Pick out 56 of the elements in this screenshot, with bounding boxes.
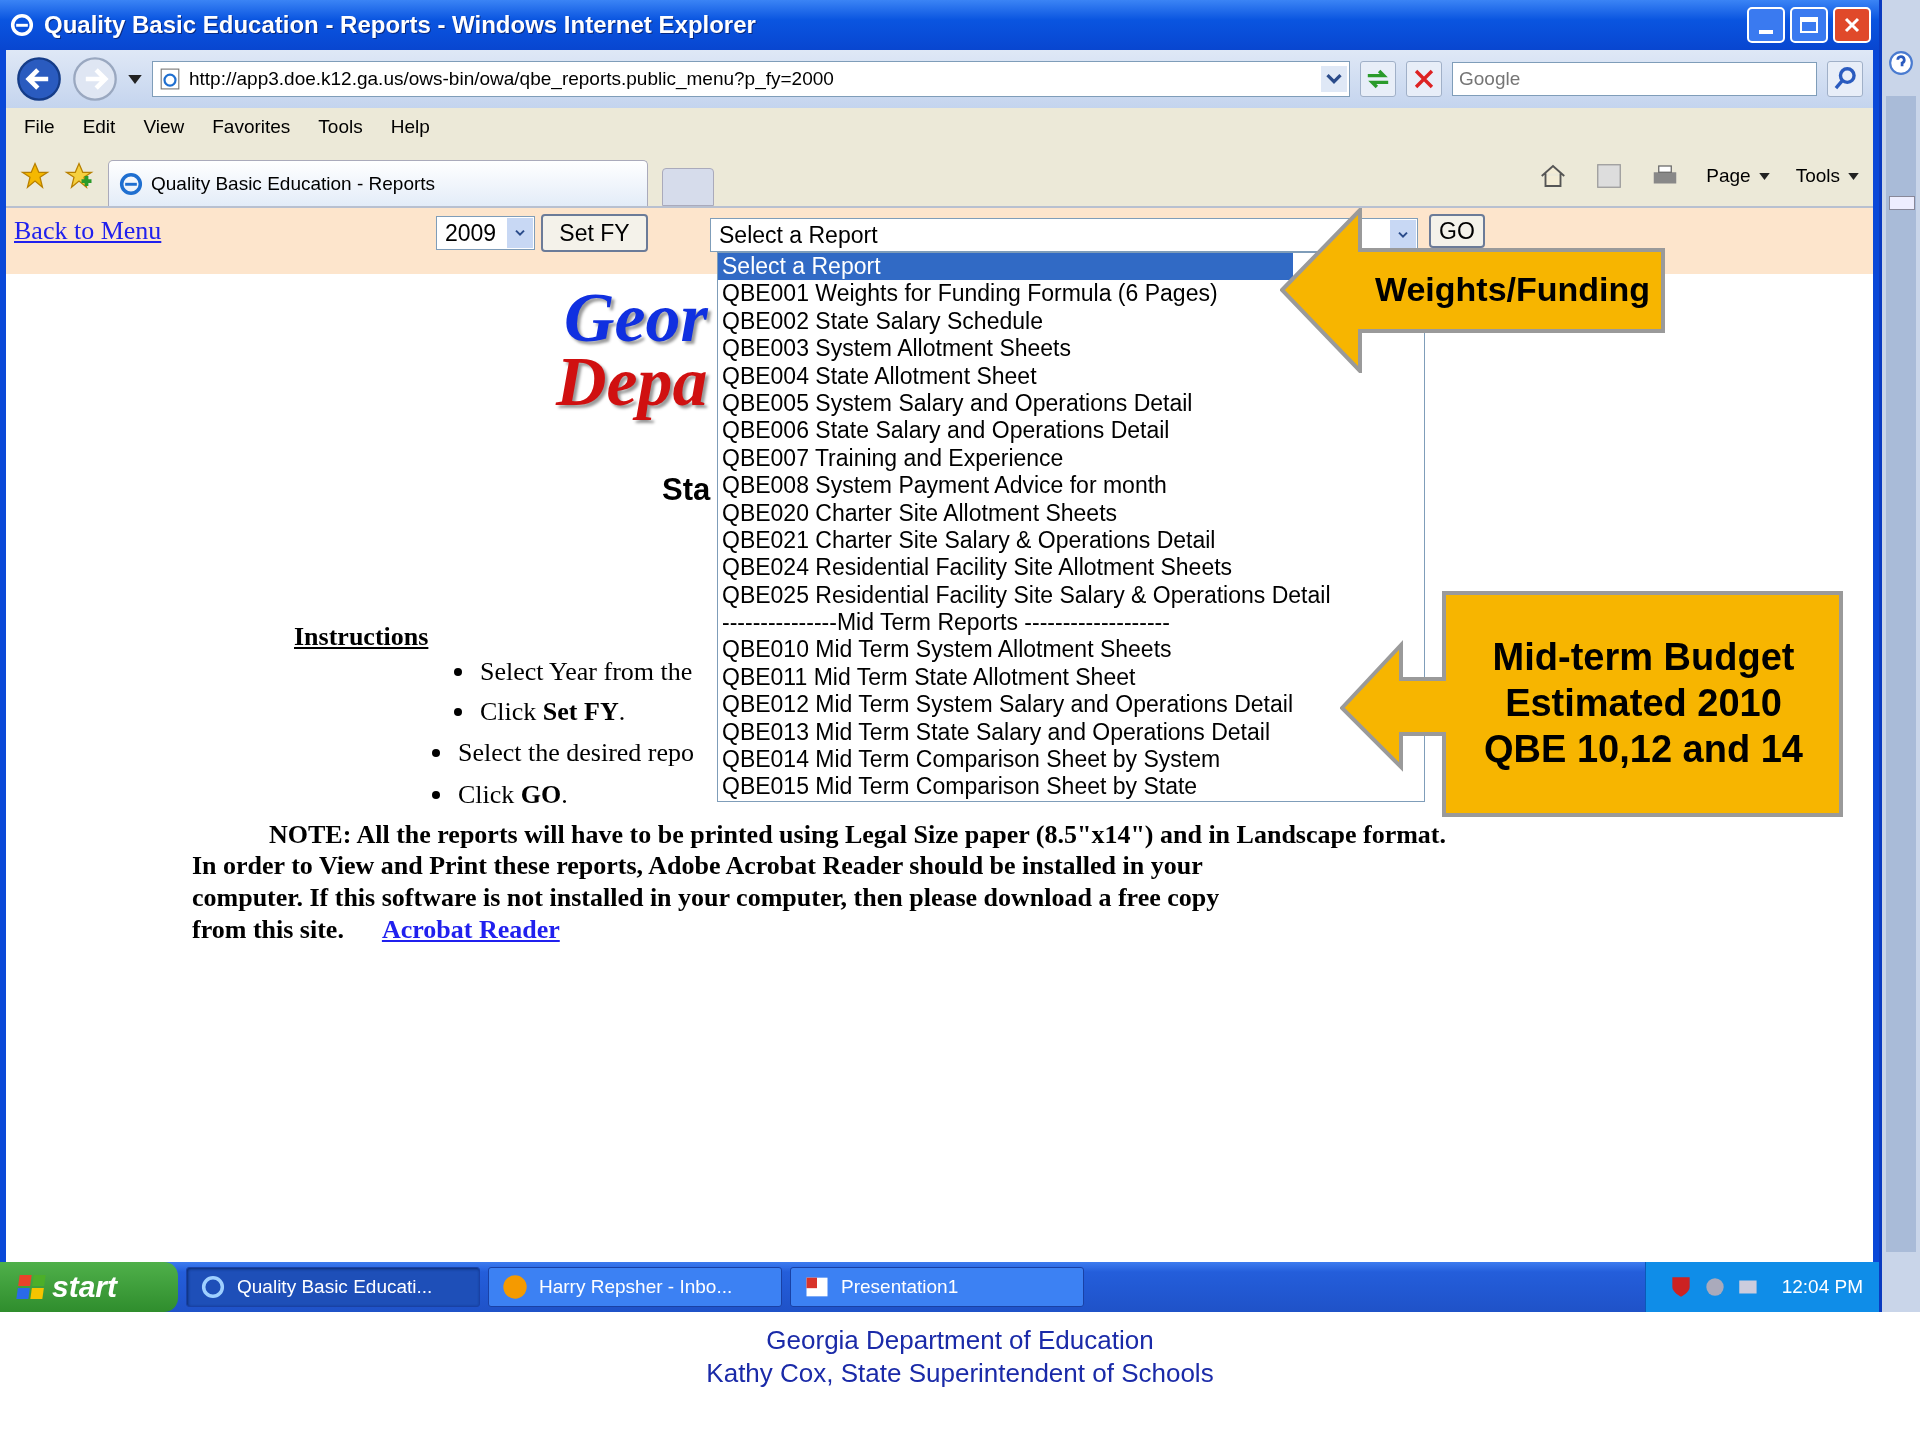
dropdown-option[interactable]: QBE006 State Salary and Operations Detail [718,417,1170,445]
menu-item[interactable]: Help [390,116,430,138]
dropdown-option[interactable]: QBE011 Mid Term State Allotment Sheet [718,663,1136,692]
clock: 12:04 PM [1781,1276,1863,1298]
window-title: Quality Basic Education - Reports - Windows Internet Explorer [44,11,757,39]
acrobat-reader-link[interactable]: Acrobat Reader [381,914,560,946]
command-button[interactable]: Page [1706,165,1770,187]
year-select[interactable]: 2009 [436,216,535,250]
report-select[interactable]: Select a Report [710,218,1418,252]
dropdown-option[interactable]: QBE024 Residential Facility Site Allotment Sheets [718,554,1233,582]
dropdown-option[interactable]: QBE005 System Salary and Operations Detail [718,389,1193,418]
back-to-menu-link[interactable]: Back to Menu [14,216,436,246]
reader-paragraph-line: computer. If this software is not installed in your computer, then please download a free copy [192,882,1220,914]
menu-item[interactable]: Favorites [212,116,291,138]
set-fy-button[interactable]: Set FY [541,214,648,252]
taskbar-button[interactable]: Presentation1 [790,1267,1084,1307]
instruction-step: Click Set FY. [480,697,626,727]
instruction-step: Click GO. [458,780,568,810]
dropdown-option[interactable]: QBE002 State Salary Schedule [718,307,1043,336]
dropdown-option[interactable]: QBE007 Training and Experience [718,444,1064,473]
browser-tab[interactable]: Quality Basic Education - Reports [108,160,648,206]
dropdown-option[interactable]: Select a Report [718,253,1293,281]
dropdown-option[interactable]: QBE021 Charter Site Salary & Operations Detail [718,526,1216,555]
dropdown-option[interactable]: QBE001 Weights for Funding Formula (6 Pages) [718,280,1218,308]
page-heading: Sta [662,472,711,508]
dropdown-option[interactable]: QBE010 Mid Term System Allotment Sheets [718,636,1172,664]
footer-text: Kathy Cox, State Superintendent of Schools [706,1357,1214,1390]
callout-text: Mid-term Budget Estimated 2010 QBE 10,12 and 14 [1483,635,1804,772]
menu-item[interactable]: Edit [82,116,116,138]
address-field[interactable]: http://app3.doe.k12.ga.us/ows-bin/owa/qbe_reports.public_menu?p_fy=2000 [152,61,1350,97]
menu-item[interactable]: File [24,116,55,138]
dropdown-option[interactable]: QBE025 Residential Facility Site Salary & Operations Detail [718,581,1331,610]
search-field[interactable]: Google [1452,62,1817,96]
taskbar-button[interactable]: Quality Basic Educati... [186,1267,480,1307]
taskbar-button[interactable]: Harry Repsher - Inbo... [488,1267,782,1307]
command-button[interactable]: Tools [1795,165,1859,187]
reader-paragraph-line: from this site. [192,914,344,946]
instruction-step: Select the desired repo [458,738,695,768]
footer-text: Georgia Department of Education [766,1324,1154,1357]
dropdown-option[interactable]: QBE008 System Payment Advice for month [718,472,1167,500]
instruction-step: Select Year from the [480,657,693,687]
menu-item[interactable]: View [143,116,185,138]
dropdown-option[interactable]: QBE004 State Allotment Sheet [718,362,1037,390]
dropdown-option[interactable]: QBE003 System Allotment Sheets [718,335,1071,363]
callout-text: Weights/Funding [1373,269,1652,310]
reader-paragraph-line: In order to View and Print these reports, Adobe Acrobat Reader should be installed in your [192,850,1203,882]
menu-item[interactable]: Tools [318,116,363,138]
dropdown-option[interactable]: QBE015 Mid Term Comparison Sheet by State [718,773,1198,801]
dropdown-option[interactable]: QBE020 Charter Site Allotment Sheets [718,499,1118,527]
instructions-title: Instructions [294,622,429,652]
dropdown-option[interactable]: ---------------Mid Term Reports ------------------- [718,609,1170,637]
go-button[interactable]: GO [1429,214,1485,248]
dropdown-option[interactable]: QBE014 Mid Term Comparison Sheet by System [718,746,1221,774]
dropdown-option[interactable]: QBE013 Mid Term State Salary and Operations Detail [718,718,1270,747]
dropdown-option[interactable]: QBE012 Mid Term System Salary and Operations Detail [718,691,1293,719]
note-text: NOTE: All the reports will have to be printed using Legal Size paper (8.5"x14") and in Landscape format. [269,820,1447,850]
